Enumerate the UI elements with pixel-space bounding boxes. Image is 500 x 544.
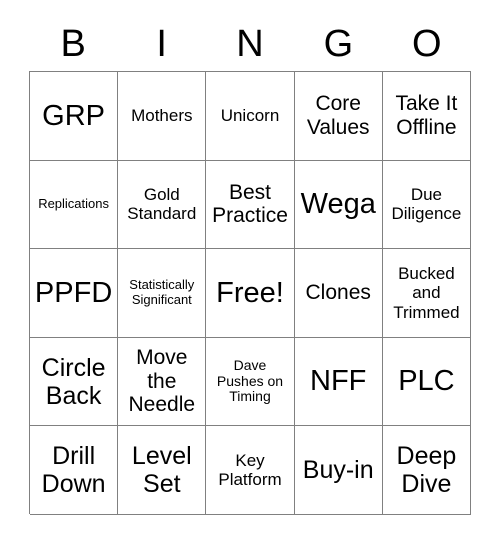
bingo-cell-label: Move the Needle <box>128 346 196 417</box>
bingo-cell[interactable]: PPFD <box>30 249 119 338</box>
bingo-card: B I N G O GRP Mothers Unicorn Core Value… <box>0 0 500 544</box>
bingo-cell-label: Buy-in <box>302 456 374 485</box>
bingo-cell-label: Dave Pushes on Timing <box>216 357 284 405</box>
bingo-cell[interactable]: GRP <box>30 72 119 161</box>
bingo-cell[interactable]: Take It Offline <box>382 72 472 161</box>
bingo-cell-label: Drill Down <box>41 442 106 499</box>
bingo-cell[interactable]: Buy-in <box>294 426 383 515</box>
bingo-row: GRP Mothers Unicorn Core Values Take It … <box>30 72 472 161</box>
bingo-row: Circle Back Move the Needle Dave Pushes … <box>30 337 472 427</box>
bingo-cell[interactable]: Gold Standard <box>118 160 207 250</box>
bingo-cell[interactable]: Key Platform <box>206 426 295 515</box>
bingo-cell[interactable]: Circle Back <box>30 337 119 427</box>
bingo-row: PPFD Statistically Significant Free! Clo… <box>30 249 472 338</box>
bingo-cell-label: Statistically Significant <box>129 277 195 307</box>
bingo-cell[interactable]: Core Values <box>294 72 383 161</box>
bingo-row: Drill Down Level Set Key Platform Buy-in… <box>30 426 472 515</box>
bingo-cell[interactable]: Replications <box>30 160 119 250</box>
bingo-row: Replications Gold Standard Best Practice… <box>30 160 472 250</box>
bingo-cell-label: PPFD <box>34 276 113 309</box>
bingo-cell[interactable]: Statistically Significant <box>118 249 207 338</box>
bingo-cell-label: Free! <box>216 276 284 309</box>
bingo-cell-label: Core Values <box>306 92 370 139</box>
bingo-cell[interactable]: NFF <box>294 337 383 427</box>
header-letter-i: I <box>156 22 167 65</box>
bingo-header-row: B I N G O <box>29 16 471 71</box>
bingo-grid: GRP Mothers Unicorn Core Values Take It … <box>29 71 472 515</box>
bingo-cell[interactable]: Due Diligence <box>382 160 472 250</box>
bingo-cell[interactable]: Clones <box>294 249 383 338</box>
bingo-cell-label: Wega <box>300 188 376 221</box>
bingo-cell-label: NFF <box>310 365 367 398</box>
bingo-cell[interactable]: Unicorn <box>206 72 295 161</box>
bingo-cell[interactable]: Move the Needle <box>118 337 207 427</box>
bingo-cell[interactable]: Bucked and Trimmed <box>382 249 472 338</box>
bingo-cell[interactable]: Deep Dive <box>382 426 472 515</box>
bingo-cell-label: Deep Dive <box>396 442 457 499</box>
bingo-cell-label: GRP <box>42 99 106 132</box>
bingo-cell-label: Key Platform <box>218 451 282 490</box>
bingo-cell-label: Best Practice <box>212 180 288 228</box>
bingo-cell-label: Level Set <box>131 442 192 499</box>
bingo-cell-label: Due Diligence <box>391 185 462 224</box>
bingo-cell-label: Unicorn <box>220 106 280 126</box>
bingo-cell-free[interactable]: Free! <box>206 249 295 338</box>
bingo-cell-label: Circle Back <box>41 353 106 410</box>
bingo-cell-label: Gold Standard <box>127 185 197 224</box>
bingo-cell[interactable]: Best Practice <box>206 160 295 250</box>
header-letter-o: O <box>412 22 442 65</box>
bingo-cell[interactable]: Level Set <box>118 426 207 515</box>
bingo-cell[interactable]: Wega <box>294 160 383 250</box>
bingo-cell-label: Bucked and Trimmed <box>393 264 460 322</box>
bingo-cell-label: PLC <box>398 365 455 398</box>
bingo-cell-label: Clones <box>305 281 371 305</box>
bingo-cell[interactable]: PLC <box>382 337 472 427</box>
bingo-cell-label: Mothers <box>131 106 193 126</box>
bingo-cell[interactable]: Drill Down <box>30 426 119 515</box>
header-letter-b: B <box>60 22 86 65</box>
header-letter-g: G <box>323 22 354 65</box>
bingo-cell[interactable]: Dave Pushes on Timing <box>206 337 295 427</box>
bingo-cell[interactable]: Mothers <box>118 72 207 161</box>
header-letter-n: N <box>236 22 264 65</box>
bingo-cell-label: Take It Offline <box>395 92 458 139</box>
bingo-cell-label: Replications <box>38 196 110 212</box>
